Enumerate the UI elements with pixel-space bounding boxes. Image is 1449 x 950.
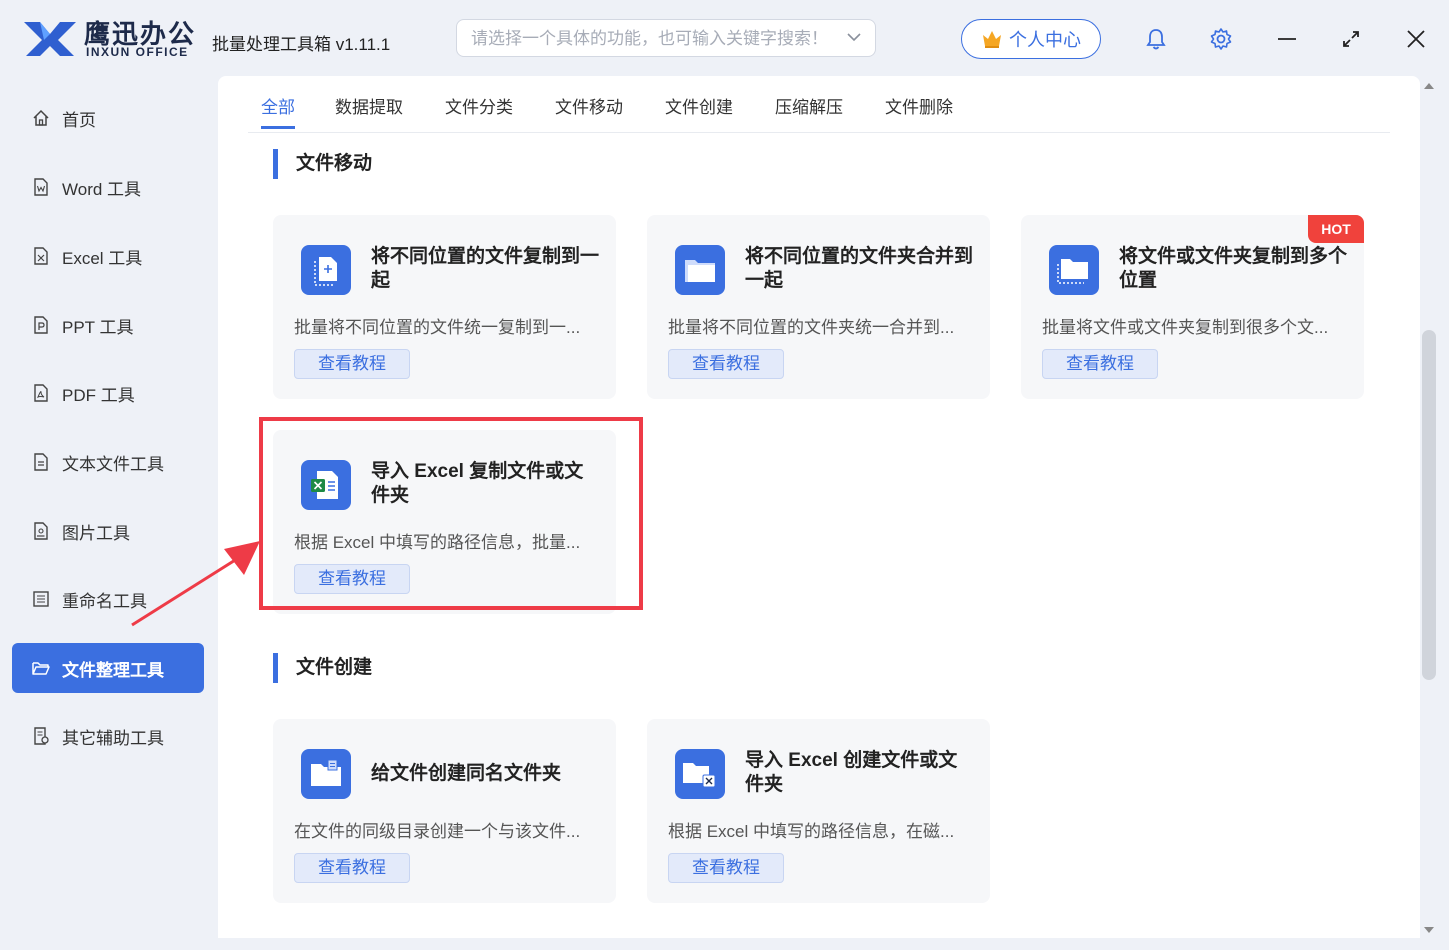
title-bar: 鹰迅办公 INXUN OFFICE 批量处理工具箱 v1.11.1 个人中心 bbox=[0, 0, 1449, 76]
tool-card-merge-folders[interactable]: 将不同位置的文件夹合并到一起 批量将不同位置的文件夹统一合并到... 查看教程 bbox=[647, 215, 990, 399]
sidebar-item-word[interactable]: Word 工具 bbox=[12, 162, 204, 212]
app-title: 批量处理工具箱 v1.11.1 bbox=[212, 35, 391, 54]
close-icon[interactable] bbox=[1403, 26, 1429, 52]
section-title-file-create: 文件创建 bbox=[273, 653, 372, 683]
tab-all[interactable]: 全部 bbox=[261, 93, 295, 129]
pdf-file-icon bbox=[34, 384, 48, 402]
folder-create-icon bbox=[301, 749, 351, 799]
tool-card-desc: 批量将文件或文件夹复制到很多个文... bbox=[1042, 318, 1329, 337]
tab-file-delete[interactable]: 文件删除 bbox=[885, 93, 953, 118]
sidebar-item-label: 其它辅助工具 bbox=[62, 728, 164, 748]
maximize-icon[interactable] bbox=[1338, 26, 1364, 52]
user-center-label: 个人中心 bbox=[1009, 30, 1081, 50]
tab-data-extract[interactable]: 数据提取 bbox=[335, 93, 403, 118]
folder-copy-icon bbox=[1049, 245, 1099, 295]
main-panel: 全部 数据提取 文件分类 文件移动 文件创建 压缩解压 文件删除 文件移动 将不… bbox=[218, 76, 1420, 938]
search-box[interactable] bbox=[456, 19, 876, 57]
sidebar-item-excel[interactable]: Excel 工具 bbox=[12, 231, 204, 281]
tool-card-title: 导入 Excel 创建文件或文件夹 bbox=[745, 750, 958, 795]
tool-card-copy-to-multiple[interactable]: 将文件或文件夹复制到多个位置 批量将文件或文件夹复制到很多个文... 查看教程 … bbox=[1021, 215, 1364, 399]
sidebar: 首页 Word 工具 Excel 工具 PPT 工具 PDF 工具 文本文件工具… bbox=[0, 76, 217, 950]
view-tutorial-button[interactable]: 查看教程 bbox=[1042, 349, 1158, 379]
sidebar-item-label: Excel 工具 bbox=[62, 248, 143, 268]
sidebar-item-ppt[interactable]: PPT 工具 bbox=[12, 300, 204, 350]
sidebar-item-other-tools[interactable]: 其它辅助工具 bbox=[12, 711, 204, 761]
logo-subtext: INXUN OFFICE bbox=[86, 45, 189, 59]
tool-card-title: 将不同位置的文件夹合并到一起 bbox=[745, 246, 974, 291]
tool-card-desc: 根据 Excel 中填写的路径信息，在磁... bbox=[668, 822, 955, 841]
word-file-icon bbox=[34, 178, 48, 196]
sidebar-item-text[interactable]: 文本文件工具 bbox=[12, 437, 204, 487]
folder-open-icon bbox=[32, 662, 50, 675]
annotation-arrow-icon bbox=[131, 541, 260, 627]
tool-card-title: 导入 Excel 复制文件或文件夹 bbox=[371, 461, 584, 506]
chevron-down-icon[interactable] bbox=[847, 32, 861, 42]
tool-card-title: 将不同位置的文件复制到一起 bbox=[371, 246, 600, 291]
search-input[interactable] bbox=[471, 26, 831, 52]
excel-import-icon bbox=[301, 460, 351, 510]
tab-file-create[interactable]: 文件创建 bbox=[665, 93, 733, 118]
tool-card-desc: 批量将不同位置的文件夹统一合并到... bbox=[668, 318, 955, 337]
sidebar-item-pdf[interactable]: PDF 工具 bbox=[12, 368, 204, 418]
home-icon bbox=[33, 109, 49, 126]
tool-card-desc: 在文件的同级目录创建一个与该文件... bbox=[294, 822, 581, 841]
view-tutorial-button[interactable]: 查看教程 bbox=[668, 349, 784, 379]
tab-bar: 全部 数据提取 文件分类 文件移动 文件创建 压缩解压 文件删除 bbox=[248, 76, 1390, 133]
tab-file-classify[interactable]: 文件分类 bbox=[445, 93, 513, 118]
ppt-file-icon bbox=[34, 316, 48, 334]
minimize-icon[interactable] bbox=[1274, 26, 1300, 52]
sidebar-item-label: 文件整理工具 bbox=[62, 660, 164, 680]
view-tutorial-button[interactable]: 查看教程 bbox=[294, 564, 410, 594]
view-tutorial-button[interactable]: 查看教程 bbox=[294, 853, 410, 883]
crown-icon bbox=[983, 31, 1001, 48]
tools-icon bbox=[34, 727, 49, 745]
sidebar-item-label: 文本文件工具 bbox=[62, 454, 164, 474]
sidebar-item-home[interactable]: 首页 bbox=[12, 93, 204, 143]
sidebar-item-label: Word 工具 bbox=[62, 179, 142, 199]
tool-card-desc: 根据 Excel 中填写的路径信息，批量... bbox=[294, 533, 581, 552]
section-title-file-move: 文件移动 bbox=[273, 149, 372, 179]
file-copy-icon bbox=[301, 245, 351, 295]
view-tutorial-button[interactable]: 查看教程 bbox=[668, 853, 784, 883]
scroll-down-icon[interactable] bbox=[1423, 926, 1435, 934]
tab-compress[interactable]: 压缩解压 bbox=[775, 93, 843, 118]
excel-file-icon bbox=[34, 247, 48, 265]
tool-card-copy-files[interactable]: 将不同位置的文件复制到一起 批量将不同位置的文件统一复制到一... 查看教程 bbox=[273, 215, 616, 399]
tab-file-move[interactable]: 文件移动 bbox=[555, 93, 623, 118]
user-center-button[interactable]: 个人中心 bbox=[961, 19, 1101, 59]
sidebar-item-label: 图片工具 bbox=[62, 523, 130, 543]
scrollbar-thumb[interactable] bbox=[1422, 330, 1436, 680]
tool-card-title: 给文件创建同名文件夹 bbox=[371, 763, 562, 784]
sidebar-item-file-organize[interactable]: 文件整理工具 bbox=[12, 643, 204, 693]
folder-merge-icon bbox=[675, 245, 725, 295]
gear-icon[interactable] bbox=[1208, 26, 1234, 52]
sidebar-item-label: 首页 bbox=[62, 110, 96, 130]
rename-icon bbox=[33, 591, 49, 607]
scroll-up-icon[interactable] bbox=[1423, 82, 1435, 90]
tool-card-desc: 批量将不同位置的文件统一复制到一... bbox=[294, 318, 581, 337]
bell-icon[interactable] bbox=[1143, 26, 1169, 52]
tool-card-excel-copy[interactable]: 导入 Excel 复制文件或文件夹 根据 Excel 中填写的路径信息，批量..… bbox=[273, 430, 616, 614]
hot-badge: HOT bbox=[1308, 215, 1364, 243]
sidebar-item-label: PPT 工具 bbox=[62, 317, 134, 337]
logo-icon bbox=[24, 22, 76, 56]
tool-card-excel-create[interactable]: 导入 Excel 创建文件或文件夹 根据 Excel 中填写的路径信息，在磁..… bbox=[647, 719, 990, 903]
sidebar-item-label: PDF 工具 bbox=[62, 385, 135, 405]
excel-folder-icon bbox=[675, 749, 725, 799]
image-file-icon bbox=[34, 522, 48, 540]
text-file-icon bbox=[34, 453, 48, 471]
tool-card-same-name-folder[interactable]: 给文件创建同名文件夹 在文件的同级目录创建一个与该文件... 查看教程 bbox=[273, 719, 616, 903]
view-tutorial-button[interactable]: 查看教程 bbox=[294, 349, 410, 379]
tool-card-title: 将文件或文件夹复制到多个位置 bbox=[1119, 246, 1348, 291]
